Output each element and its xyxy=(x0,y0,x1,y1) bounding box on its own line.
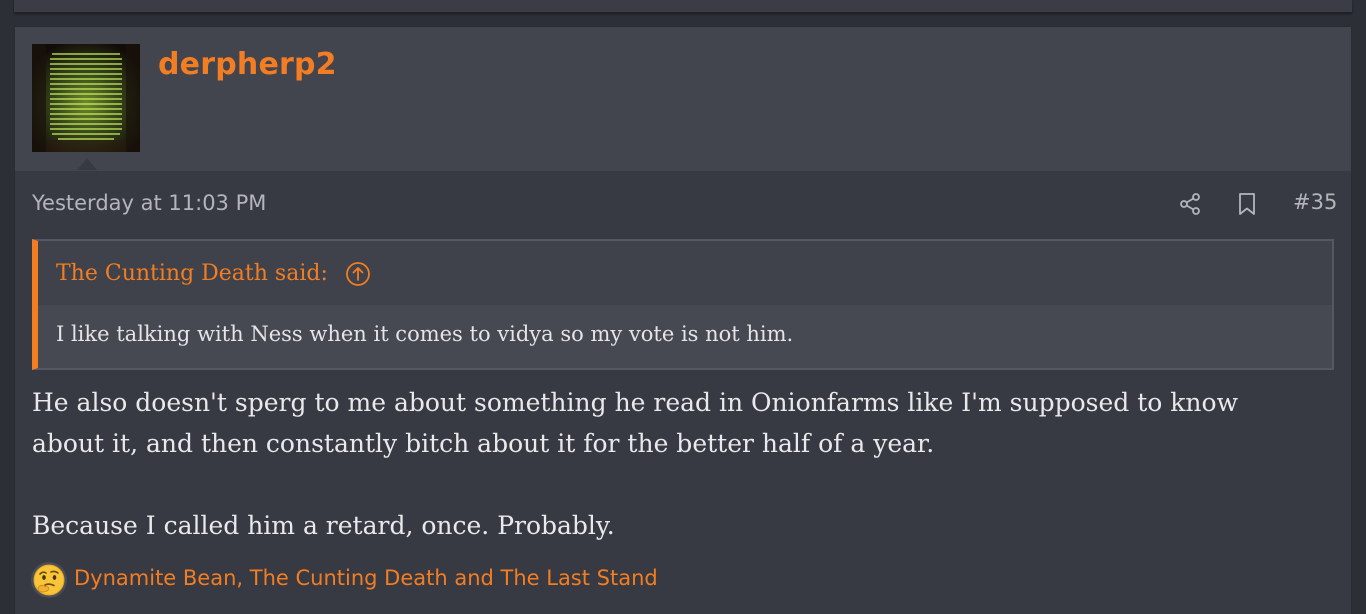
bookmark-icon[interactable] xyxy=(1236,192,1258,216)
username[interactable]: derpherp2 xyxy=(158,47,337,82)
arrow-up-circle-icon[interactable] xyxy=(345,261,371,287)
quote-header: The Cunting Death said: xyxy=(38,241,1332,305)
post-user-header: derpherp2 xyxy=(15,27,1351,171)
forum-post: derpherp2 Yesterday at 11:03 PM #35 The … xyxy=(14,26,1352,614)
share-icon[interactable] xyxy=(1178,192,1202,216)
quote-author-link[interactable]: The Cunting Death said: xyxy=(56,261,328,286)
paragraph-break xyxy=(32,464,1332,505)
quote-body: I like talking with Ness when it comes t… xyxy=(38,305,1332,368)
avatar-image xyxy=(32,44,140,152)
quote-block: The Cunting Death said: I like talking w… xyxy=(32,239,1334,370)
message-line: He also doesn't sperg to me about someth… xyxy=(32,388,1238,417)
avatar[interactable] xyxy=(32,44,140,152)
post-number-link[interactable]: #35 xyxy=(1293,190,1337,214)
thinking-face-icon[interactable] xyxy=(31,562,67,598)
message-line: Because I called him a retard, once. Pro… xyxy=(32,511,615,540)
message-line: about it, and then constantly bitch abou… xyxy=(32,429,935,458)
previous-post-bottom xyxy=(14,0,1352,13)
post-message: He also doesn't sperg to me about someth… xyxy=(32,382,1332,546)
post-date[interactable]: Yesterday at 11:03 PM xyxy=(32,191,266,215)
quote-text: I like talking with Ness when it comes t… xyxy=(56,322,794,346)
user-header-pointer xyxy=(77,158,97,170)
reaction-users-link[interactable]: Dynamite Bean, The Cunting Death and The… xyxy=(74,566,658,590)
